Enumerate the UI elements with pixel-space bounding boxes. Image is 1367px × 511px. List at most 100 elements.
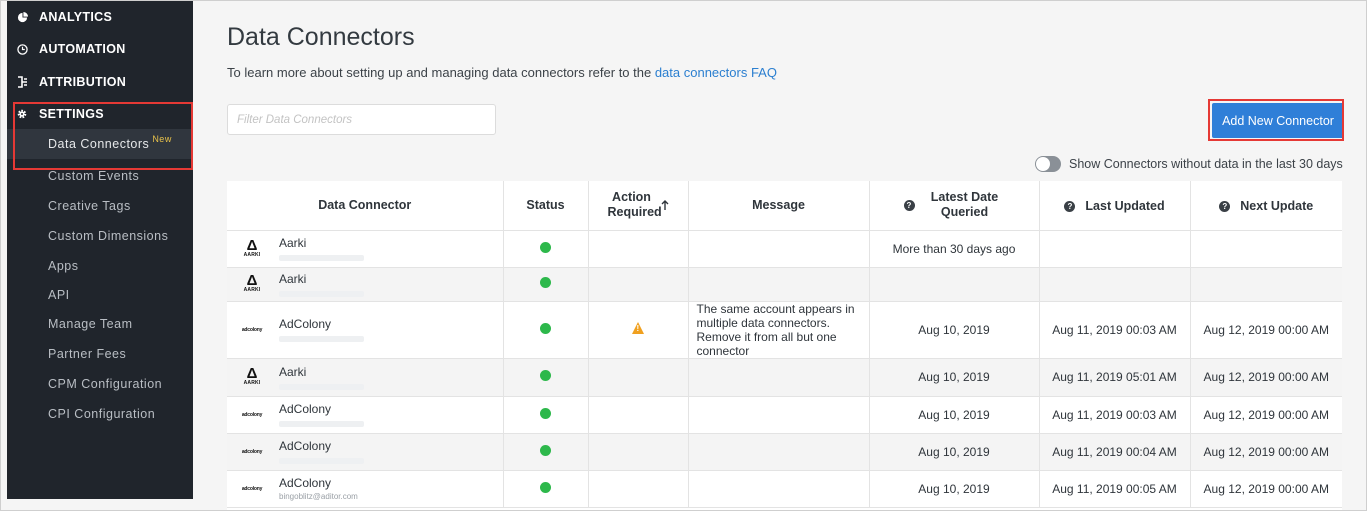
cell-status xyxy=(503,433,589,471)
help-icon[interactable]: ? xyxy=(903,199,915,211)
cell-message xyxy=(688,267,870,302)
cell-latest-date xyxy=(869,267,1040,302)
app-frame: ANALYTICS AUTOMATION ATTRIBUTION SETTING… xyxy=(0,0,1367,511)
sidebar-item-data-connectors[interactable]: Data Connectors New xyxy=(7,129,193,159)
adcolony-logo: adcolony xyxy=(240,327,264,333)
status-ok-dot xyxy=(540,407,551,419)
cell-message xyxy=(688,396,870,434)
filter-connectors-input[interactable] xyxy=(227,104,496,135)
col-header-action-required[interactable]: Action Required xyxy=(588,181,689,231)
sidebar-section-automation[interactable]: AUTOMATION xyxy=(7,35,193,63)
sidebar-item-cpm-configuration[interactable]: CPM Configuration xyxy=(7,369,193,399)
adcolony-logo: adcolony xyxy=(240,412,264,418)
col-header-latest-date-queried[interactable]: ? Latest Date Queried xyxy=(869,181,1040,231)
page-title: Data Connectors xyxy=(227,23,415,51)
table-row[interactable]: adcolony AdColony Aug 10, 2019 Aug 11, 2019… xyxy=(227,433,1342,471)
pie-chart-icon xyxy=(15,10,29,24)
toggle-knob xyxy=(1036,157,1050,171)
sort-arrow-up-icon xyxy=(661,199,668,210)
gear-icon xyxy=(15,107,29,121)
sidebar-item-label: Manage Team xyxy=(48,317,133,331)
sidebar-section-analytics[interactable]: ANALYTICS xyxy=(7,3,193,31)
help-icon[interactable]: ? xyxy=(1064,200,1076,212)
status-ok-dot xyxy=(540,322,551,334)
table-row[interactable]: Δ AARKI Aarki More than 30 days ago xyxy=(227,230,1342,268)
logo-text: adcolony xyxy=(241,326,263,333)
sidebar-item-custom-dimensions[interactable]: Custom Dimensions xyxy=(7,221,193,251)
table-row[interactable]: Δ AARKI Aarki xyxy=(227,267,1342,302)
cell-action-required xyxy=(588,267,689,302)
logo-text: AARKI xyxy=(243,287,261,293)
sidebar-item-label: Custom Events xyxy=(48,169,140,183)
sidebar-section-label: AUTOMATION xyxy=(39,42,126,56)
connector-name[interactable]: AdColony xyxy=(279,476,358,490)
faq-link[interactable]: data connectors FAQ xyxy=(655,65,777,80)
logo-text: adcolony xyxy=(241,485,263,492)
cell-next-update: Aug 12, 2019 00:00 AM xyxy=(1190,358,1342,397)
cell-next-update: Aug 12, 2019 00:00 AM xyxy=(1190,396,1342,434)
show-connectors-toggle[interactable] xyxy=(1035,156,1061,172)
cell-latest-date: More than 30 days ago xyxy=(869,230,1040,268)
adcolony-logo: adcolony xyxy=(240,449,264,455)
cell-message xyxy=(688,230,870,268)
table-row[interactable]: Δ AARKI Aarki Aug 10, 2019 Aug 11, 2019 05:0… xyxy=(227,358,1342,397)
connector-name[interactable]: AdColony xyxy=(279,317,364,331)
cell-last-updated: Aug 11, 2019 00:03 AM xyxy=(1039,396,1191,434)
add-new-connector-button[interactable]: Add New Connector xyxy=(1212,103,1344,138)
cell-latest-date: Aug 10, 2019 xyxy=(869,470,1040,508)
cell-latest-date: Aug 10, 2019 xyxy=(869,433,1040,471)
help-icon[interactable]: ? xyxy=(1219,200,1231,212)
cell-next-update xyxy=(1190,267,1342,302)
sidebar-item-manage-team[interactable]: Manage Team xyxy=(7,309,193,339)
cell-last-updated: Aug 11, 2019 00:04 AM xyxy=(1039,433,1191,471)
sidebar-section-settings[interactable]: SETTINGS xyxy=(7,100,193,128)
cell-last-updated xyxy=(1039,267,1191,302)
connector-name[interactable]: Aarki xyxy=(279,365,364,379)
sidebar-item-api[interactable]: API xyxy=(7,280,193,310)
cell-status xyxy=(503,470,589,508)
warning-icon[interactable] xyxy=(632,322,644,334)
toggle-label: Show Connectors without data in the last… xyxy=(1069,157,1343,171)
sidebar-item-partner-fees[interactable]: Partner Fees xyxy=(7,339,193,369)
cell-connector: Δ AARKI Aarki xyxy=(227,267,504,302)
table-row[interactable]: adcolony AdColony The same account appears… xyxy=(227,301,1342,359)
sidebar-section-label: SETTINGS xyxy=(39,107,104,121)
table-row[interactable]: adcolony AdColony Aug 10, 2019 Aug 11, 2019… xyxy=(227,396,1342,434)
logo-text: adcolony xyxy=(241,448,263,455)
connector-account-placeholder xyxy=(279,458,364,464)
connector-name[interactable]: Aarki xyxy=(279,272,364,286)
col-header-last-updated[interactable]: ? Last Updated xyxy=(1039,181,1191,231)
col-header-status[interactable]: Status xyxy=(503,181,589,231)
col-header-message[interactable]: Message xyxy=(688,181,870,231)
table-row[interactable]: adcolony AdColony bingoblitz@aditor.com Aug… xyxy=(227,470,1342,508)
status-ok-dot xyxy=(540,277,551,288)
clock-icon xyxy=(15,42,29,56)
cell-connector: Δ AARKI Aarki xyxy=(227,230,504,268)
cell-status xyxy=(503,358,589,397)
cell-next-update: Aug 12, 2019 00:00 AM xyxy=(1190,433,1342,471)
cell-action-required xyxy=(588,396,689,434)
status-ok-dot xyxy=(540,481,551,493)
connector-name[interactable]: AdColony xyxy=(279,402,364,416)
sidebar-section-attribution[interactable]: ATTRIBUTION xyxy=(7,68,193,96)
col-header-data-connector[interactable]: Data Connector xyxy=(227,181,504,231)
sidebar-item-label: Custom Dimensions xyxy=(48,229,169,243)
status-ok-dot xyxy=(540,444,551,456)
sidebar-item-cpi-configuration[interactable]: CPI Configuration xyxy=(7,399,193,429)
adcolony-logo: adcolony xyxy=(240,486,264,492)
connector-name[interactable]: Aarki xyxy=(279,236,364,250)
logo-text: adcolony xyxy=(241,411,263,418)
col-header-next-update[interactable]: ? Next Update xyxy=(1190,181,1342,231)
sidebar-item-label: CPM Configuration xyxy=(48,377,163,391)
sidebar-section-label: ATTRIBUTION xyxy=(39,75,127,89)
cell-status xyxy=(503,230,589,268)
sidebar-item-apps[interactable]: Apps xyxy=(7,251,193,281)
cell-message xyxy=(688,358,870,397)
sidebar-item-custom-events[interactable]: Custom Events xyxy=(7,161,193,191)
connector-name[interactable]: AdColony xyxy=(279,439,364,453)
sidebar-item-creative-tags[interactable]: Creative Tags xyxy=(7,191,193,221)
connector-account-placeholder xyxy=(279,290,364,297)
cell-message xyxy=(688,433,870,471)
cell-action-required xyxy=(588,301,689,359)
cell-message xyxy=(688,470,870,508)
